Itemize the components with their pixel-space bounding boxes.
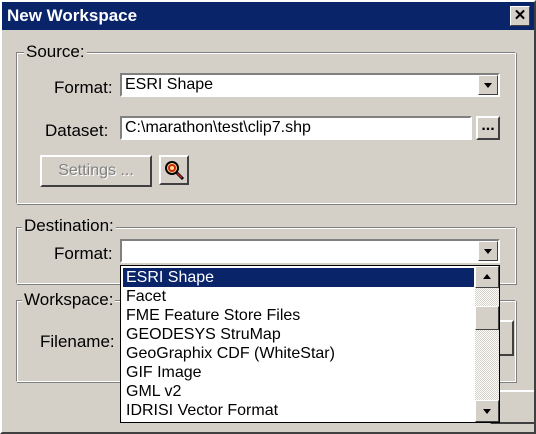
dropdown-scrollbar[interactable]	[475, 266, 499, 422]
browse-dataset-button[interactable]: ...	[476, 116, 500, 140]
list-item[interactable]: IDRISI Vector Format	[123, 401, 474, 420]
dataset-value: C:\marathon\test\clip7.shp	[125, 119, 311, 136]
title-bar[interactable]: New Workspace ✕	[2, 2, 534, 30]
scrollbar-thumb[interactable]	[475, 306, 499, 330]
workspace-filename-label: Filename:	[40, 332, 115, 351]
source-group-label: Source:	[24, 42, 87, 62]
browse-label: ...	[481, 117, 495, 134]
format-dropdown-list[interactable]: ESRI Shape Facet FME Feature Store Files…	[120, 265, 500, 423]
list-item[interactable]: GML v2	[123, 382, 474, 401]
workspace-group-label: Workspace:	[22, 290, 116, 310]
source-format-value: ESRI Shape	[125, 76, 214, 93]
new-workspace-dialog: New Workspace ✕ Source: Format: ESRI Sha…	[0, 0, 536, 434]
source-format-label: Format:	[54, 78, 113, 97]
list-item[interactable]: GEODESYS StruMap	[123, 325, 474, 344]
list-item[interactable]: FME Feature Store Files	[123, 306, 474, 325]
close-button[interactable]: ✕	[510, 6, 530, 26]
scroll-up-icon[interactable]	[475, 266, 499, 288]
settings-label: Settings ...	[58, 162, 134, 179]
close-icon: ✕	[513, 7, 527, 24]
chevron-down-icon[interactable]	[478, 241, 498, 261]
destination-format-label: Format:	[54, 244, 113, 263]
source-format-select[interactable]: ESRI Shape	[120, 73, 500, 97]
scroll-down-icon[interactable]	[475, 400, 499, 422]
list-item[interactable]: ESRI Shape	[123, 268, 474, 287]
window-title: New Workspace	[7, 6, 138, 25]
dataset-label: Dataset:	[45, 121, 109, 140]
list-item[interactable]: GeoGraphix CDF (WhiteStar)	[123, 344, 474, 363]
list-item[interactable]: Facet	[123, 287, 474, 306]
settings-button[interactable]: Settings ...	[40, 155, 152, 187]
magnifier-icon	[165, 161, 185, 181]
dataset-field[interactable]: C:\marathon\test\clip7.shp	[120, 116, 472, 140]
destination-group-label: Destination:	[22, 216, 116, 236]
list-item[interactable]: GIF Image	[123, 363, 474, 382]
preview-button[interactable]	[159, 155, 189, 185]
destination-format-select[interactable]	[120, 239, 500, 263]
chevron-down-icon[interactable]	[478, 75, 498, 95]
